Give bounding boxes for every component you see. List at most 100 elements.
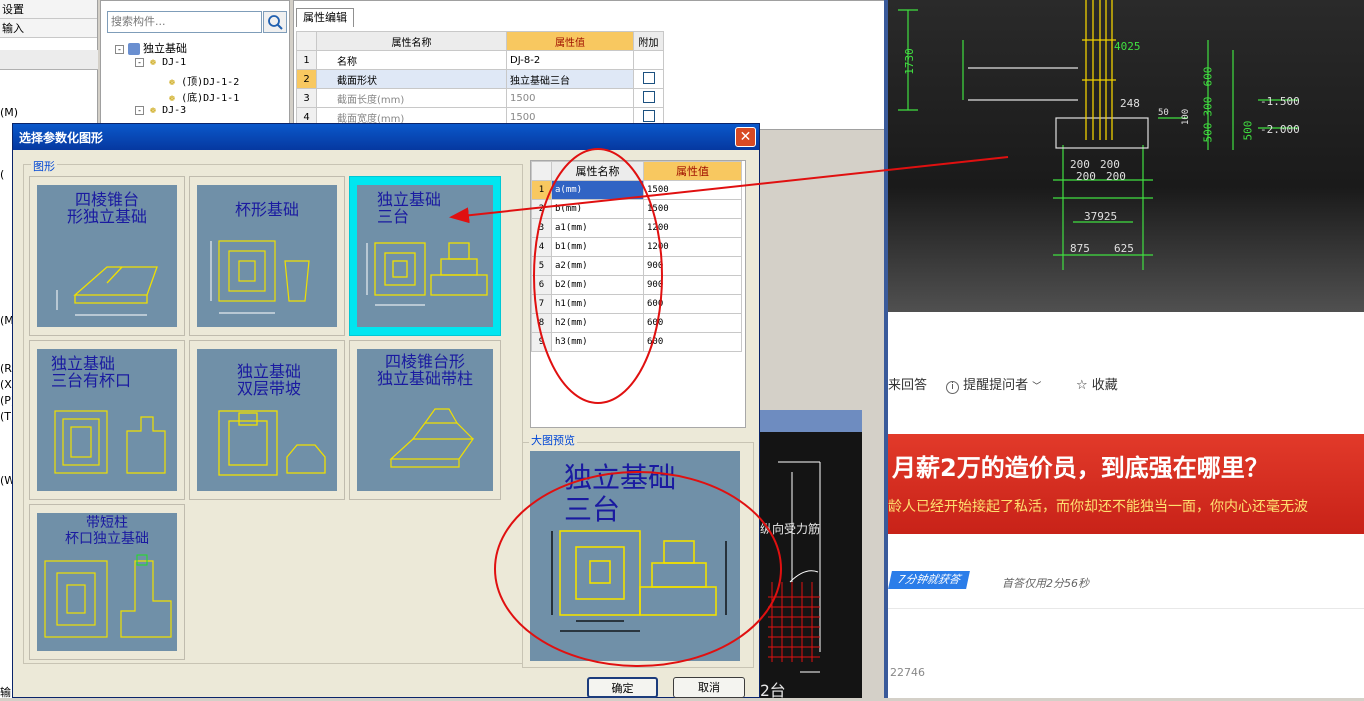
table-row[interactable]: 8 h2(mm) 600	[531, 313, 742, 333]
cad-dim: 500	[1201, 122, 1215, 143]
ad-banner[interactable]: 月薪2万的造价员，到底强在哪里？ 龄人已经开始接起了私活，而你却还不能独当一面，…	[888, 434, 1364, 534]
cad-dim: 500	[1241, 120, 1255, 141]
table-row[interactable]: 2 b(mm) 1500	[531, 199, 742, 219]
quick-answer-badge: 7分钟就获答	[888, 571, 970, 589]
collapse-icon[interactable]: -	[115, 45, 124, 54]
three-step-diagram	[366, 242, 488, 306]
cad-dim: 100	[1181, 108, 1192, 126]
component-icon: ❁	[169, 93, 176, 104]
pyramid-diagram	[56, 266, 158, 316]
shape-tile-double-slope[interactable]: 独立基础 双层带坡	[189, 340, 345, 500]
view-count: 22746	[890, 666, 925, 679]
row-number: 1	[296, 50, 317, 70]
shape-tile-short-column-cup[interactable]: 带短柱 杯口独立基础	[29, 504, 185, 660]
prop-value[interactable]: DJ-8-2	[506, 50, 634, 70]
tab-property-edit[interactable]: 属性编辑	[296, 8, 354, 27]
extra-checkbox[interactable]	[642, 71, 655, 84]
col-header-value: 属性值	[506, 31, 634, 51]
shape-thumbnail: 独立基础 三台	[357, 185, 493, 327]
shape-title: 独立基础	[237, 362, 302, 381]
tree-root[interactable]: - 独立基础	[115, 40, 187, 56]
param-name: b1(mm)	[551, 237, 644, 257]
tree-item-dj1[interactable]: - ❁ DJ-1	[135, 57, 186, 68]
shape-title: 独立基础	[377, 190, 442, 209]
table-row[interactable]: 2 截面形状 独立基础三台	[296, 69, 664, 89]
search-input[interactable]: 搜索构件...	[107, 11, 262, 33]
shape-title: 三台有杯口	[51, 371, 132, 390]
shape-tile-pyramid-column[interactable]: 四棱锥台形 独立基础带柱	[349, 340, 501, 500]
shape-thumbnail: 杯形基础	[197, 185, 337, 327]
remind-asker-link[interactable]: i 提醒提问者 ﹀	[946, 374, 1041, 394]
prop-value[interactable]: 1500	[506, 88, 634, 108]
prop-name: 截面长度(mm)	[316, 88, 507, 108]
ok-button[interactable]: 确定	[587, 677, 658, 698]
prop-name: 截面形状	[316, 69, 507, 89]
param-value[interactable]: 1200	[643, 218, 742, 238]
banner-title: 月薪2万的造价员，到底强在哪里？	[892, 454, 1269, 482]
close-button[interactable]: ✕	[735, 127, 756, 147]
cup-diagram	[210, 240, 310, 314]
shape-thumbnail: 四棱锥台 形独立基础	[37, 185, 177, 327]
param-value[interactable]: 1500	[643, 199, 742, 219]
foundation-icon	[127, 43, 140, 55]
shape-thumbnail: 四棱锥台形 独立基础带柱	[357, 349, 493, 491]
shape-title: 三台	[377, 207, 410, 226]
table-row[interactable]: 1 名称 DJ-8-2	[296, 50, 664, 70]
double-slope-diagram	[218, 410, 326, 476]
table-row[interactable]: 7 h1(mm) 600	[531, 294, 742, 314]
col-header-name: 属性名称	[316, 31, 507, 51]
component-icon: ❁	[150, 57, 157, 68]
param-value[interactable]: 1500	[643, 180, 742, 200]
prop-value[interactable]: 独立基础三台	[506, 69, 634, 89]
param-value[interactable]: 600	[643, 294, 742, 314]
extra-checkbox[interactable]	[642, 90, 655, 103]
qa-page: 来回答 i 提醒提问者 ﹀ ☆ 收藏 月薪2万的造价员，到底强在哪里？ 龄人已经…	[888, 312, 1364, 698]
extra-checkbox[interactable]	[642, 109, 655, 122]
shape-thumbnail: 带短柱 杯口独立基础	[37, 513, 177, 651]
shape-title: 独立基础	[51, 354, 116, 373]
collapse-icon[interactable]: -	[135, 58, 144, 67]
param-value[interactable]: 1200	[643, 237, 742, 257]
table-row[interactable]: 6 b2(mm) 900	[531, 275, 742, 295]
tree-item-dj3[interactable]: - ❁ DJ-3	[135, 105, 186, 116]
menu-item-settings[interactable]: 设置	[0, 0, 97, 19]
menu-item-input[interactable]: 输入	[0, 19, 97, 38]
param-table-frame: 属性名称 属性值 1 a(mm) 1500 2 b(mm) 1500 3 a1(mm) 12…	[530, 160, 746, 428]
col-header-value: 属性值	[643, 161, 742, 181]
cancel-button[interactable]: 取消	[673, 677, 745, 698]
left-divider	[0, 50, 98, 70]
tree-item-dj1-top[interactable]: ❁ (顶)DJ-1-2	[169, 73, 239, 88]
shape-tile-cup[interactable]: 杯形基础	[189, 176, 345, 336]
favorite-button[interactable]: ☆ 收藏	[1076, 374, 1118, 393]
cad-dim: 200	[1076, 170, 1096, 183]
dialog-titlebar[interactable]: 选择参数化图形 ✕	[13, 124, 759, 150]
answer-link[interactable]: 来回答	[888, 374, 927, 393]
tree-item-dj1-bottom[interactable]: ❁ (底)DJ-1-1	[169, 89, 239, 104]
param-value[interactable]: 900	[643, 256, 742, 276]
table-row[interactable]: 1 a(mm) 1500	[531, 180, 742, 200]
table-row[interactable]: 5 a2(mm) 900	[531, 256, 742, 276]
table-row[interactable]: 9 h3(mm) 600	[531, 332, 742, 352]
shape-tile-three-step-cup[interactable]: 独立基础 三台有杯口	[29, 340, 185, 500]
search-button[interactable]	[263, 11, 287, 33]
param-value[interactable]: 900	[643, 275, 742, 295]
table-row[interactable]: 3 截面长度(mm) 1500	[296, 88, 664, 108]
param-value[interactable]: 600	[643, 332, 742, 352]
cad-bottom-text: 2台	[760, 681, 786, 700]
param-value[interactable]: 600	[643, 313, 742, 333]
preview-title: 独立基础	[564, 461, 677, 494]
cad-dim: -2.000	[1260, 123, 1300, 136]
table-row[interactable]: 4 b1(mm) 1200	[531, 237, 742, 257]
shape-title: 四棱锥台	[74, 190, 139, 209]
shape-thumbnail: 独立基础 三台有杯口	[37, 349, 177, 491]
param-name: b2(mm)	[551, 275, 644, 295]
cad-dim: 200	[1106, 170, 1126, 183]
shape-tile-pyramid[interactable]: 四棱锥台 形独立基础	[29, 176, 185, 336]
divider	[888, 608, 1364, 609]
collapse-icon[interactable]: -	[135, 106, 144, 115]
preview-diagram	[551, 530, 727, 632]
param-name: a(mm)	[551, 180, 644, 200]
table-row[interactable]: 3 a1(mm) 1200	[531, 218, 742, 238]
shape-tile-three-step[interactable]: 独立基础 三台	[349, 176, 501, 336]
shape-title: 杯口独立基础	[65, 531, 149, 547]
